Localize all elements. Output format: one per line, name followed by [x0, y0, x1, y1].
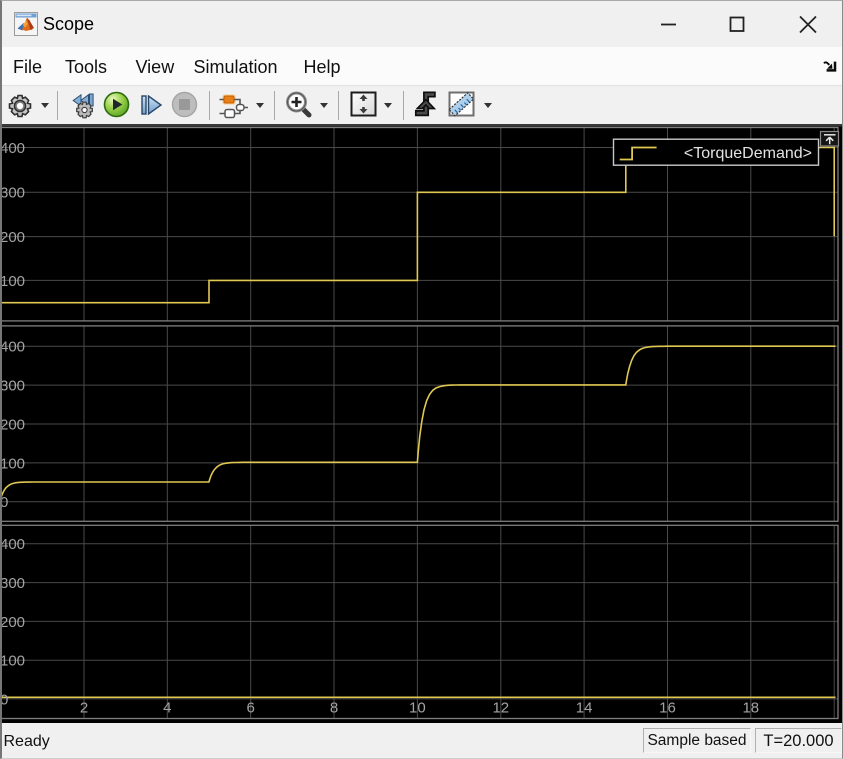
svg-text:400: 400 — [0, 140, 25, 157]
svg-text:14: 14 — [576, 699, 593, 716]
svg-text:300: 300 — [0, 575, 25, 592]
svg-text:400: 400 — [0, 536, 25, 553]
svg-text:10: 10 — [409, 699, 426, 716]
svg-text:18: 18 — [742, 699, 759, 716]
svg-text:200: 200 — [0, 416, 25, 433]
svg-text:100: 100 — [0, 273, 25, 290]
svg-text:16: 16 — [659, 699, 676, 716]
svg-text:0: 0 — [0, 691, 8, 708]
svg-text:200: 200 — [0, 614, 25, 631]
svg-text:4: 4 — [163, 699, 171, 716]
svg-text:8: 8 — [330, 699, 338, 716]
svg-text:6: 6 — [247, 699, 255, 716]
svg-text:300: 300 — [0, 378, 25, 395]
svg-text:400: 400 — [0, 339, 25, 356]
svg-text:300: 300 — [0, 185, 25, 202]
svg-text:100: 100 — [0, 653, 25, 670]
svg-text:200: 200 — [0, 229, 25, 246]
svg-text:0: 0 — [0, 494, 8, 511]
svg-text:100: 100 — [0, 455, 25, 472]
svg-text:2: 2 — [80, 699, 88, 716]
svg-text:<TorqueDemand>: <TorqueDemand> — [684, 145, 812, 162]
svg-text:12: 12 — [492, 699, 509, 716]
